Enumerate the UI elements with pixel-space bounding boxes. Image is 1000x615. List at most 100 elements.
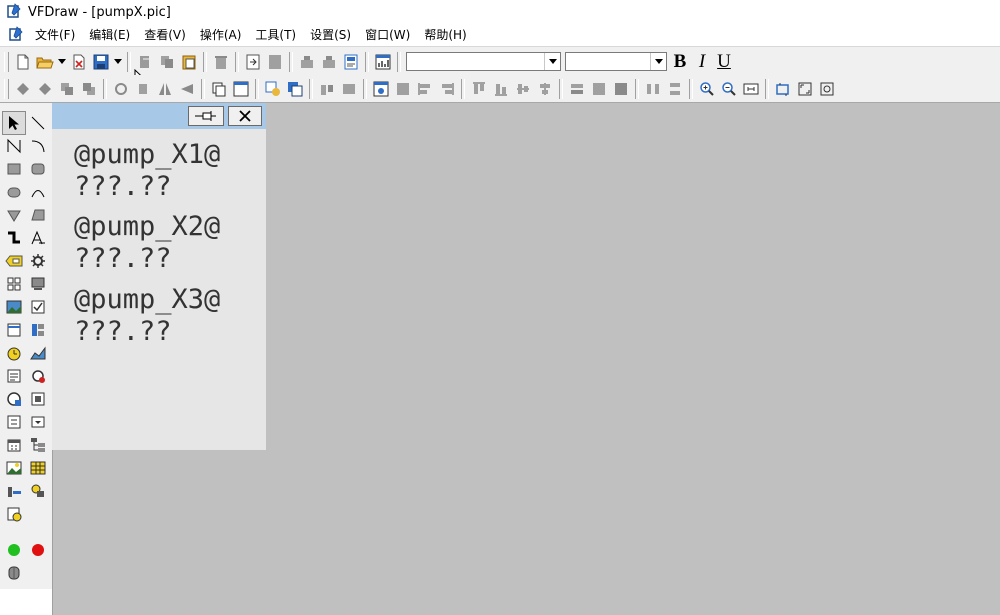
green-light-icon[interactable] xyxy=(3,539,25,561)
align-bottom-edge-icon[interactable] xyxy=(490,78,512,100)
align-left-icon[interactable] xyxy=(414,78,436,100)
import-icon[interactable] xyxy=(242,51,264,73)
toolbar-grip[interactable] xyxy=(4,78,9,99)
red-light-icon[interactable] xyxy=(27,539,49,561)
underline-button[interactable]: U xyxy=(713,51,735,73)
polygon-icon[interactable] xyxy=(3,204,25,226)
layer-icon[interactable] xyxy=(284,78,306,100)
clock-icon[interactable] xyxy=(3,342,25,364)
menu-file[interactable]: 文件(F) xyxy=(28,25,82,45)
dropdown-icon[interactable] xyxy=(27,411,49,433)
rotate-left-icon[interactable] xyxy=(110,78,132,100)
cylinder-icon[interactable] xyxy=(3,562,25,584)
text-icon[interactable] xyxy=(27,227,49,249)
select-area-icon[interactable] xyxy=(772,78,794,100)
space-horizontal-icon[interactable] xyxy=(642,78,664,100)
same-height-icon[interactable] xyxy=(588,78,610,100)
panel-icon[interactable] xyxy=(27,319,49,341)
dialog-icon[interactable] xyxy=(3,411,25,433)
send-back-icon[interactable] xyxy=(34,78,56,100)
document-icon[interactable] xyxy=(8,25,24,45)
tag-name-pump-x2[interactable]: @pump_X2@ xyxy=(74,210,220,244)
rotate-right-icon[interactable] xyxy=(132,78,154,100)
fit-icon[interactable] xyxy=(740,78,762,100)
save-dropdown-icon[interactable] xyxy=(112,51,124,73)
export-icon[interactable] xyxy=(264,51,286,73)
open-icon[interactable] xyxy=(34,51,56,73)
chevron-down-icon[interactable] xyxy=(544,53,560,70)
align-bottom-icon[interactable] xyxy=(338,78,360,100)
same-width-icon[interactable] xyxy=(566,78,588,100)
close-icon[interactable] xyxy=(228,106,262,126)
curve-icon[interactable] xyxy=(27,181,49,203)
monitor-icon[interactable] xyxy=(27,273,49,295)
fill-shape-icon[interactable] xyxy=(27,204,49,226)
trend-icon[interactable] xyxy=(27,342,49,364)
link-icon[interactable] xyxy=(27,480,49,502)
refresh-icon[interactable] xyxy=(816,78,838,100)
recipe-icon[interactable] xyxy=(27,388,49,410)
forward-icon[interactable] xyxy=(56,78,78,100)
image-icon[interactable] xyxy=(3,296,25,318)
frame-icon[interactable] xyxy=(3,319,25,341)
flip-vertical-icon[interactable] xyxy=(176,78,198,100)
copy-icon[interactable] xyxy=(156,51,178,73)
close-file-icon[interactable] xyxy=(68,51,90,73)
group-icon[interactable] xyxy=(296,51,318,73)
center-horizontal-icon[interactable] xyxy=(534,78,556,100)
tag-icon[interactable] xyxy=(262,78,284,100)
menu-tools[interactable]: 工具(T) xyxy=(248,25,303,45)
tag-value-pump-x3[interactable]: ???.?? xyxy=(74,315,172,349)
bold-button[interactable]: B xyxy=(669,51,691,73)
delete-icon[interactable] xyxy=(210,51,232,73)
align-top-edge-icon[interactable] xyxy=(468,78,490,100)
zoom-in-icon[interactable] xyxy=(696,78,718,100)
menu-view[interactable]: 查看(V) xyxy=(137,25,193,45)
report-icon[interactable] xyxy=(3,365,25,387)
align-center-icon[interactable] xyxy=(392,78,414,100)
pointer-icon[interactable] xyxy=(2,111,26,135)
checkbox-icon[interactable] xyxy=(27,296,49,318)
tag-value-pump-x1[interactable]: ???.?? xyxy=(74,170,172,204)
align-top-icon[interactable] xyxy=(316,78,338,100)
align-right-icon[interactable] xyxy=(436,78,458,100)
paste-icon[interactable] xyxy=(178,51,200,73)
zoom-out-icon[interactable] xyxy=(718,78,740,100)
bring-front-icon[interactable] xyxy=(12,78,34,100)
panel-icon[interactable] xyxy=(230,78,252,100)
rounded-rect-icon[interactable] xyxy=(27,158,49,180)
chart-icon[interactable] xyxy=(372,51,394,73)
meter-icon[interactable] xyxy=(3,388,25,410)
backward-icon[interactable] xyxy=(78,78,100,100)
tag-value-pump-x2[interactable]: ???.?? xyxy=(74,242,172,276)
center-vertical-icon[interactable] xyxy=(512,78,534,100)
fullscreen-icon[interactable] xyxy=(794,78,816,100)
pin-icon[interactable] xyxy=(188,106,224,126)
ungroup-icon[interactable] xyxy=(318,51,340,73)
ellipse-icon[interactable] xyxy=(3,181,25,203)
arc-icon[interactable] xyxy=(27,135,49,157)
flip-horizontal-icon[interactable] xyxy=(154,78,176,100)
gear-icon[interactable] xyxy=(27,250,49,272)
new-icon[interactable] xyxy=(12,51,34,73)
tree-icon[interactable] xyxy=(27,434,49,456)
font-size-combo[interactable] xyxy=(565,52,667,71)
save-icon[interactable] xyxy=(90,51,112,73)
grid-icon[interactable] xyxy=(3,273,25,295)
grid-icon[interactable] xyxy=(370,78,392,100)
window-icon[interactable] xyxy=(208,78,230,100)
properties-icon[interactable] xyxy=(340,51,362,73)
line-icon[interactable] xyxy=(27,112,49,134)
calendar-icon[interactable] xyxy=(3,434,25,456)
picture-icon[interactable] xyxy=(3,457,25,479)
tag-window-titlebar[interactable] xyxy=(52,103,266,129)
menu-settings[interactable]: 设置(S) xyxy=(303,25,358,45)
alarm-icon[interactable] xyxy=(27,365,49,387)
tag-name-pump-x1[interactable]: @pump_X1@ xyxy=(74,138,220,172)
bar-icon[interactable] xyxy=(3,480,25,502)
tag-icon[interactable] xyxy=(3,250,25,272)
log-icon[interactable] xyxy=(3,503,25,525)
toolbar-grip[interactable] xyxy=(4,51,9,72)
menu-action[interactable]: 操作(A) xyxy=(193,25,249,45)
rectangle-icon[interactable] xyxy=(3,158,25,180)
